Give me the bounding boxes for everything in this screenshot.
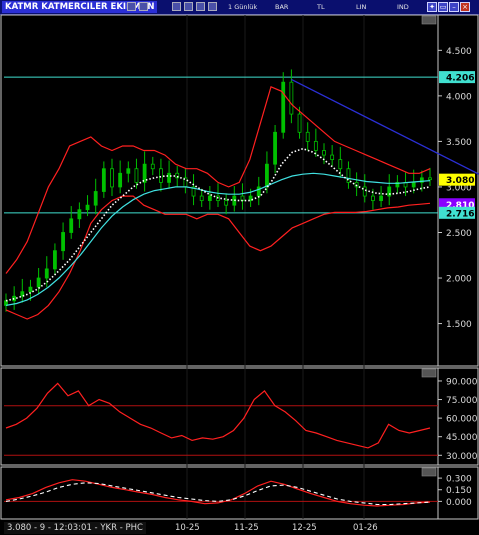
candle [256,186,261,197]
candle [273,131,277,165]
rsi-panel: 90.000 75.000 60.000 45.000 30.000 [4,377,478,462]
candle [159,168,163,183]
candle [411,181,416,188]
price-tag-label: 2.716 [446,209,474,219]
y-tick-label: 90.000 [446,377,478,387]
bollinger-lower-line [5,195,431,320]
candle [371,195,375,202]
candle [330,154,335,161]
candle [313,141,318,151]
candle [85,204,90,211]
rsi-line [5,382,431,449]
y-tick-label: 75.000 [446,396,478,406]
y-tick-label: 0.150 [446,486,472,496]
x-tick-label: 11-25 [234,523,259,533]
y-tick-label: 3.500 [446,138,472,148]
price-tag-label: 3.080 [446,176,474,186]
status-text: 3.080 - 9 - 12:03:01 - YKR - PHC [4,522,146,534]
macd-panel: 0.3000.150 0.000 [4,475,472,508]
candle [207,195,212,202]
panel-frame [0,14,479,367]
price-panel: 4.5004.0003.5003.0002.5002.0001.5004.206… [4,47,479,330]
candle [150,163,155,170]
panel-control-icon [421,368,437,378]
candle [93,191,98,206]
candle [142,163,147,183]
bollinger-upper-line [5,85,431,274]
x-tick-label: 01-26 [353,523,378,533]
panel-control-icon [421,467,437,477]
x-tick-label: 12-25 [292,523,317,533]
candle [110,168,114,188]
candle [77,209,82,220]
candle [338,159,343,170]
chart-area[interactable]: 4.5004.0003.5003.0002.5002.0001.5004.206… [0,0,479,535]
candle [53,250,57,270]
y-tick-label: 1.500 [446,320,472,330]
candle [265,163,269,188]
y-tick-label: 2.500 [446,229,472,239]
panel-frame [0,466,479,520]
y-tick-label: 30.000 [446,452,478,462]
candle [281,81,286,133]
candle [134,168,139,183]
panel-control-icon [421,15,437,25]
candle [44,268,49,279]
x-tick-label: 10-25 [175,523,200,533]
y-tick-label: 2.000 [446,275,472,285]
candle [126,168,131,174]
y-tick-label: 0.300 [446,475,472,485]
candle [61,232,65,252]
candle [289,81,294,115]
candle [297,113,302,133]
candle [118,172,123,188]
candle [346,168,351,183]
candle [101,168,106,192]
candle [167,172,171,183]
y-tick-label: 60.000 [446,415,478,425]
candle [36,277,41,288]
candle [28,286,33,293]
panel-frame [0,367,479,466]
candle [199,195,204,202]
candle [379,195,383,202]
y-tick-label: 4.000 [446,92,472,102]
y-tick-label: 0.000 [446,498,472,508]
candle [322,150,326,156]
y-tick-label: 45.000 [446,433,478,443]
chart-window: KATMR KATMERCILER EKIPMAN 1 Günlük BAR T… [0,0,479,535]
candle [305,131,310,142]
candle [69,218,74,233]
y-tick-label: 4.500 [446,47,472,57]
price-tag-label: 4.206 [446,74,474,84]
macd-line [5,479,431,507]
candle [224,200,229,206]
candle [428,177,432,181]
